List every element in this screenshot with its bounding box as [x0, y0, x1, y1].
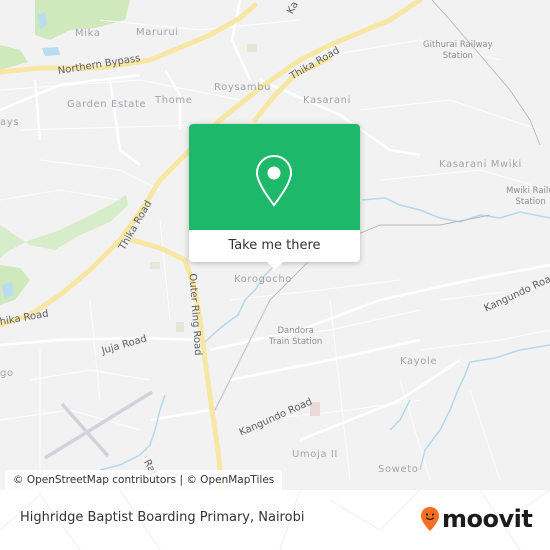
- building-block: [150, 262, 160, 269]
- moovit-logo[interactable]: moovit: [420, 504, 533, 534]
- minor-road: [108, 79, 141, 166]
- station-name: Githurai Railway: [423, 40, 493, 50]
- take-me-there-button[interactable]: Take me there: [189, 230, 360, 262]
- station-suffix: Train Station: [269, 337, 323, 347]
- river: [99, 394, 166, 471]
- river: [419, 344, 550, 471]
- runway: [60, 402, 110, 458]
- popup-pointer: [267, 262, 283, 270]
- station-label-githurai: Githurai Railway Station: [423, 40, 493, 62]
- station-suffix: Station: [442, 51, 473, 61]
- minor-road: [229, 338, 421, 382]
- station-name: Dandora: [277, 326, 314, 336]
- railway: [431, 0, 541, 146]
- place-label-kasarani-mwiki: Kasarani Mwiki: [439, 159, 522, 170]
- minor-road: [299, 358, 461, 442]
- building-block: [247, 44, 257, 52]
- station-label-dandora: Dandora Train Station: [269, 326, 322, 348]
- map-attribution[interactable]: © OpenStreetMap contributors | © OpenMap…: [5, 470, 283, 490]
- outer-ring-road-line: [129, 237, 225, 490]
- place-label-garden-estate: Garden Estate: [67, 99, 147, 110]
- popup-header: [189, 124, 360, 230]
- place-label-kasarani: Kasarani: [303, 95, 352, 106]
- minor-road: [33, 79, 42, 141]
- place-label-mika: Mika: [75, 28, 101, 39]
- park-area: [0, 45, 28, 70]
- place-label-go: go: [0, 368, 14, 379]
- station-suffix: Station: [515, 197, 546, 207]
- place-label-soweto: Soweto: [378, 464, 419, 475]
- station-name: Mwiki Railw: [506, 186, 550, 196]
- place-label-thome: Thome: [155, 95, 193, 106]
- minor-road: [0, 336, 201, 347]
- place-label-ways: ays: [0, 117, 20, 128]
- location-popup: Take me there: [189, 124, 360, 270]
- location-pin-icon: [255, 154, 293, 207]
- place-label-umoja-ii: Umoja II: [292, 449, 338, 460]
- footer: Highridge Baptist Boarding Primary, Nair…: [0, 490, 550, 550]
- river: [389, 399, 411, 431]
- place-label-korogocho: Korogocho: [234, 274, 293, 285]
- place-label-kayole: Kayole: [400, 356, 438, 367]
- station-label-mwiki: Mwiki Railw Station: [506, 186, 550, 208]
- moovit-face-pin-icon: [421, 507, 439, 531]
- moovit-wordmark: moovit: [442, 505, 533, 533]
- map[interactable]: Mika Marurui Roysambu Garden Estate Thom…: [0, 0, 550, 490]
- location-title: Highridge Baptist Boarding Primary, Nair…: [20, 510, 305, 525]
- runway: [44, 390, 153, 460]
- building-block: [176, 322, 184, 332]
- place-label-marurui: Marurui: [136, 27, 179, 38]
- lake: [42, 47, 60, 56]
- place-label-roysambu: Roysambu: [214, 82, 272, 93]
